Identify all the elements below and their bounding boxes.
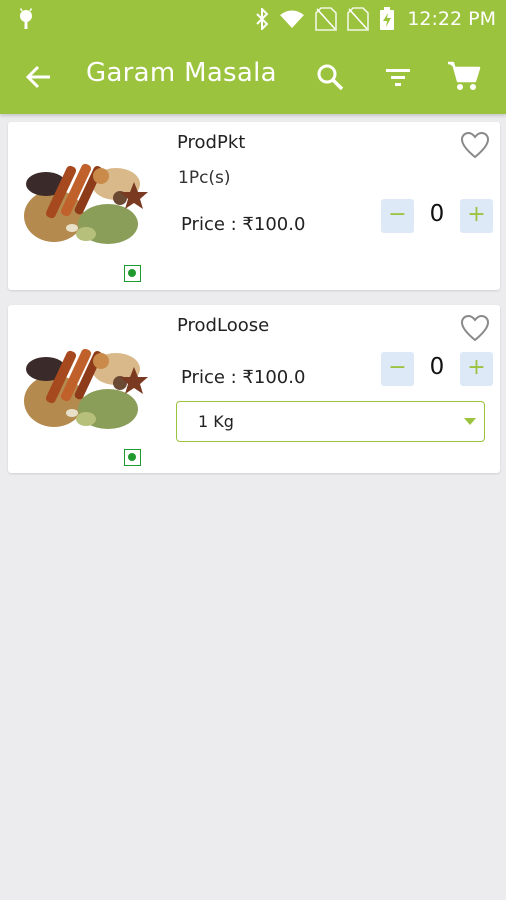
increase-button[interactable]: + [460,352,493,386]
quantity-value: 0 [429,201,445,227]
heart-outline-icon[interactable] [460,314,490,342]
cart-icon[interactable] [447,60,481,92]
no-sim-icon [315,7,338,31]
wifi-icon [280,10,305,28]
product-price: Price : ₹100.0 [181,367,306,388]
decrease-button[interactable]: − [381,199,414,233]
veg-indicator-icon [124,265,141,282]
no-sim-icon [347,7,370,31]
quantity-value: 0 [429,354,445,380]
android-icon [19,8,33,29]
pack-size: 1Pc(s) [178,168,231,188]
product-name: ProdLoose [177,315,270,336]
product-image [24,348,148,429]
product-image [24,163,148,244]
heart-outline-icon[interactable] [460,131,490,159]
back-arrow-icon[interactable] [24,62,54,92]
increase-button[interactable]: + [460,199,493,233]
product-name: ProdPkt [177,132,246,153]
filter-icon[interactable] [383,62,413,92]
bluetooth-icon [256,8,269,30]
product-price: Price : ₹100.0 [181,214,306,235]
search-icon[interactable] [315,62,345,92]
decrease-button[interactable]: − [381,352,414,386]
unit-dropdown[interactable]: 1 Kg [176,401,485,442]
status-icons: 12:22 PM [255,6,496,32]
quantity-stepper: − 0 + [381,199,493,233]
app-bar: Garam Masala [0,38,506,114]
battery-charging-icon [380,7,395,30]
product-card[interactable]: ProdLoose Price : ₹100.0 − 0 + 1 Kg [8,305,500,473]
unit-selected-value: 1 Kg [198,412,234,431]
product-card[interactable]: ProdPkt 1Pc(s) Price : ₹100.0 − 0 + [8,122,500,290]
status-bar: 12:22 PM [0,0,506,38]
quantity-stepper: − 0 + [381,352,493,386]
veg-indicator-icon [124,449,141,466]
status-time: 12:22 PM [407,8,496,30]
dropdown-caret-icon [464,418,476,425]
page-title: Garam Masala [86,58,277,88]
